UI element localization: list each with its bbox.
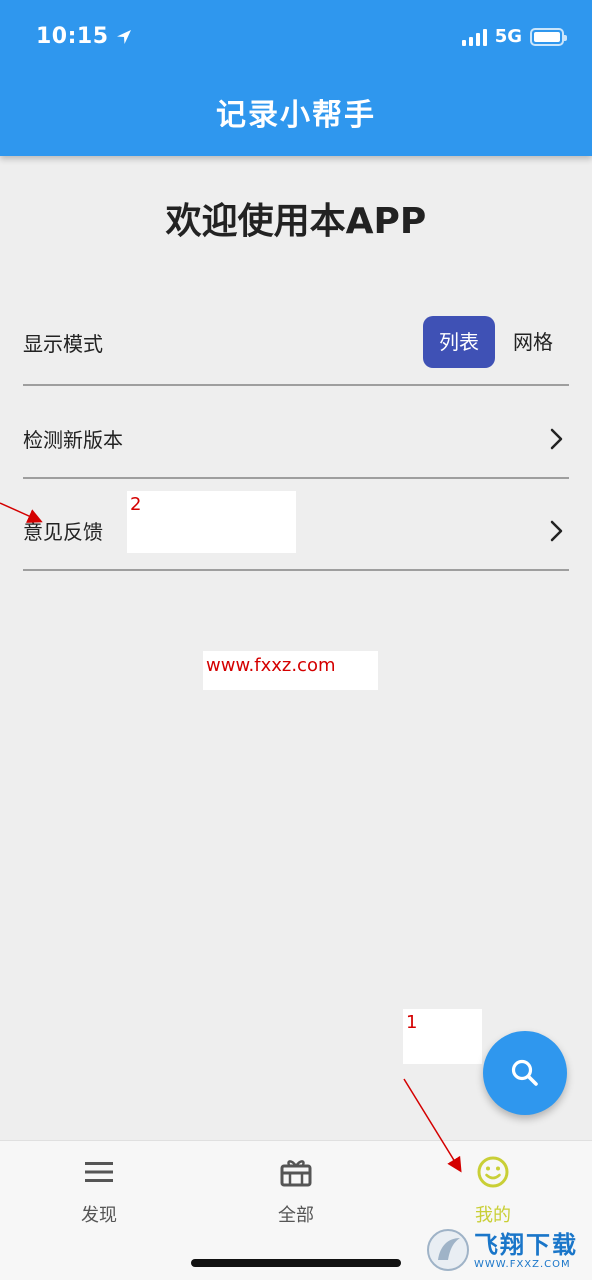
status-time-group: 10:15 — [36, 24, 133, 49]
watermark-logo-icon — [427, 1229, 469, 1271]
tab-all[interactable]: 全部 — [236, 1155, 356, 1227]
watermark-url: WWW.FXXZ.COM — [474, 1258, 571, 1270]
list-mode-button[interactable]: 列表 — [423, 316, 495, 368]
feedback-label: 意见反馈 — [23, 520, 103, 544]
home-indicator[interactable] — [191, 1259, 401, 1267]
display-mode-label: 显示模式 — [23, 331, 103, 356]
search-icon — [511, 1059, 538, 1086]
grid-mode-button[interactable]: 网格 — [503, 316, 569, 368]
watermark-text: 飞翔下载 — [474, 1230, 578, 1259]
gift-box-icon — [280, 1160, 312, 1187]
annotation-marker-1: 1 — [406, 1012, 418, 1033]
search-fab-button[interactable] — [483, 1031, 567, 1115]
feedback-row[interactable]: 意见反馈 — [23, 492, 569, 571]
annotation-marker-2: 2 — [130, 494, 142, 515]
smiley-icon — [477, 1156, 509, 1188]
display-mode-row: 显示模式 列表 网格 — [23, 300, 569, 386]
signal-icon — [461, 28, 487, 46]
welcome-heading: 欢迎使用本APP — [165, 201, 427, 242]
status-time: 10:15 — [36, 24, 109, 49]
battery-icon — [530, 27, 567, 46]
chevron-right-icon — [550, 520, 563, 541]
annotation-box-2 — [127, 491, 296, 553]
tab-mine[interactable]: 我的 — [433, 1155, 553, 1227]
check-update-row[interactable]: 检测新版本 — [23, 400, 569, 479]
chevron-right-icon — [550, 428, 563, 449]
network-type: 5G — [494, 26, 522, 47]
location-arrow-icon — [116, 29, 131, 44]
tab-discover[interactable]: 发现 — [39, 1155, 159, 1227]
check-update-label: 检测新版本 — [23, 428, 123, 452]
watermark: 飞翔下载 WWW.FXXZ.COM — [426, 1220, 592, 1280]
status-indicators: 5G — [461, 26, 567, 47]
tab-all-label: 全部 — [278, 1205, 314, 1226]
display-mode-toggle: 列表 网格 — [423, 316, 569, 368]
tab-discover-label: 发现 — [81, 1205, 117, 1226]
menu-icon — [85, 1162, 113, 1182]
site-url-text: www.fxxz.com — [206, 655, 336, 676]
app-bar: 10:15 5G 记录小帮手 — [0, 0, 592, 156]
app-title: 记录小帮手 — [216, 98, 376, 133]
